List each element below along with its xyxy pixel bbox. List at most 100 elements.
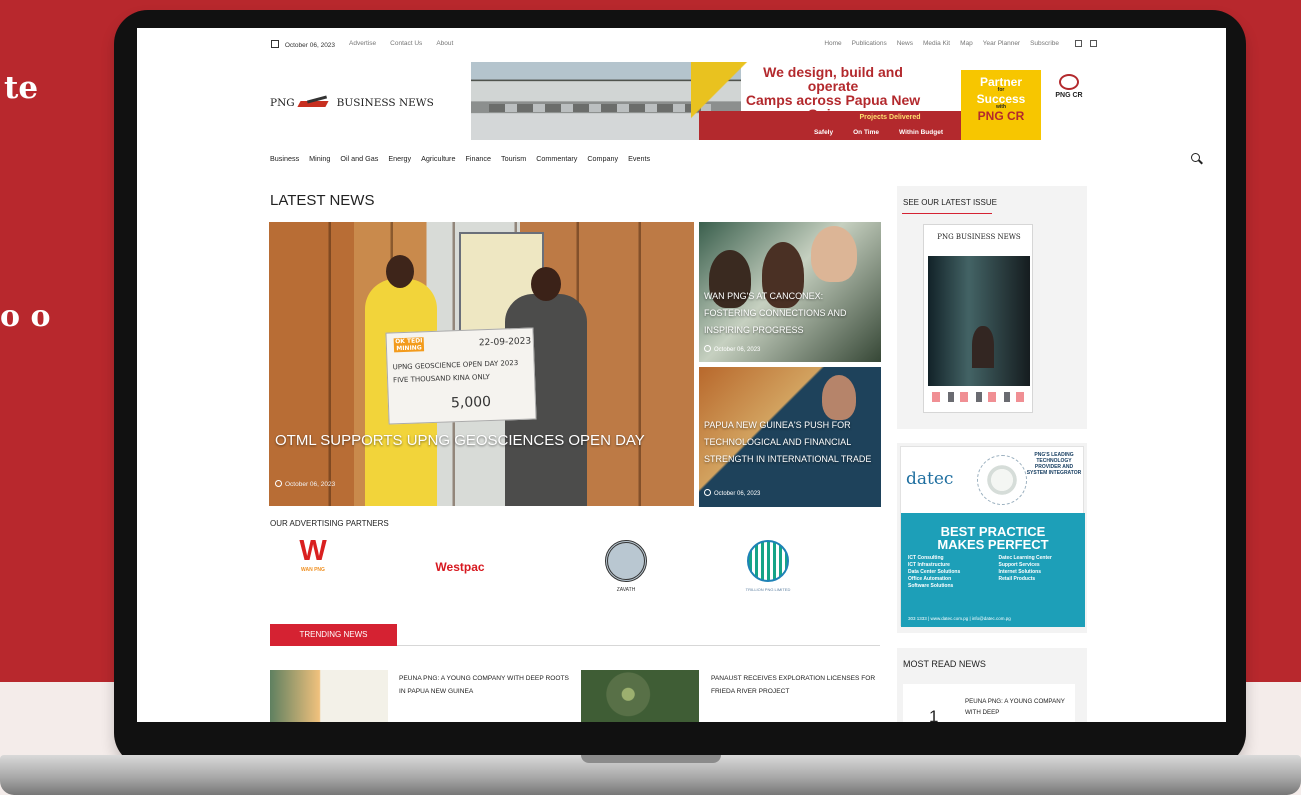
trillion-label: TRILLION PNG LIMITED xyxy=(745,587,791,592)
wan-png-mark: W xyxy=(299,535,327,567)
project-item-safely: Safely xyxy=(813,129,834,136)
main-navigation: Business Mining Oil and Gas Energy Agric… xyxy=(270,153,1200,168)
westpac-partner-logo[interactable]: Westpac xyxy=(422,536,498,598)
side-story-person-4 xyxy=(822,375,856,420)
latest-issue-title: SEE OUR LATEST ISSUE xyxy=(903,198,997,207)
cheque-amount-words: FIVE THOUSAND KINA ONLY xyxy=(392,372,491,385)
most-read-rank-number: 1 xyxy=(929,707,939,722)
cheque-date: 22-09-2023 xyxy=(478,336,532,349)
top-utility-bar: October 06, 2023 Advertise Contact Us Ab… xyxy=(271,40,1101,54)
nav-commentary[interactable]: Commentary xyxy=(536,154,577,168)
magazine-header: PNG BUSINESS NEWS xyxy=(937,233,1021,241)
datec-headline-line-2: MAKES PERFECT xyxy=(937,537,1049,552)
large-cheque: OK TEDI MINING 22-09-2023 UPNG GEOSCIENC… xyxy=(385,327,537,425)
utility-icons xyxy=(1075,40,1097,47)
nav-business[interactable]: Business xyxy=(270,154,299,168)
nav-energy[interactable]: Energy xyxy=(388,154,411,168)
background-text-fragment-middle: o o xyxy=(0,299,51,334)
nav-finance[interactable]: Finance xyxy=(465,154,491,168)
side-story-1-date-text: October 06, 2023 xyxy=(714,347,761,353)
projects-delivered-label: Projects Delivered xyxy=(859,114,921,121)
trending-news-tab[interactable]: TRENDING NEWS xyxy=(270,624,397,646)
trending-story-2-image[interactable] xyxy=(581,670,699,722)
cheque-payee: UPNG GEOSCIENCE OPEN DAY 2023 xyxy=(392,358,519,372)
datec-services-list: ICT Consulting Datec Learning Center ICT… xyxy=(908,555,1083,589)
main-news-story[interactable]: OK TEDI MINING 22-09-2023 UPNG GEOSCIENC… xyxy=(269,222,694,506)
nav-tourism[interactable]: Tourism xyxy=(501,154,526,168)
datec-provider-text: PNG'S LEADING TECHNOLOGY PROVIDER AND SY… xyxy=(1026,452,1082,476)
partner-for-success-box: Partner for Success with PNG CR xyxy=(961,70,1041,140)
side-story-2-title[interactable]: PAPUA NEW GUINEA'S PUSH FOR TECHNOLOGICA… xyxy=(704,417,876,468)
about-link[interactable]: About xyxy=(436,40,453,49)
zavath-label: ZAVATH xyxy=(616,587,636,593)
contact-us-link[interactable]: Contact Us xyxy=(390,40,422,49)
clock-icon xyxy=(704,489,711,496)
projects-delivered-strip: Projects Delivered Safely On Time Within… xyxy=(699,111,961,140)
cheque-amount: 5,000 xyxy=(450,393,492,412)
site-logo[interactable]: PNG BUSINESS NEWS xyxy=(270,93,450,113)
ok-tedi-mining-logo: OK TEDI MINING xyxy=(393,337,425,353)
publications-link[interactable]: Publications xyxy=(852,40,887,47)
side-news-story-2[interactable]: PAPUA NEW GUINEA'S PUSH FOR TECHNOLOGICA… xyxy=(699,367,881,507)
clock-icon xyxy=(275,480,282,487)
trending-news-header: TRENDING NEWS xyxy=(270,624,880,646)
most-read-news-item[interactable]: 1 PEUNA PNG: A YOUNG COMPANY WITH DEEP xyxy=(903,684,1075,722)
service-ict-infrastructure: ICT Infrastructure xyxy=(908,562,950,568)
service-learning-center: Datec Learning Center xyxy=(998,555,1052,561)
side-news-story-1[interactable]: WAN PNG'S AT CANCONEX: FOSTERING CONNECT… xyxy=(699,222,881,362)
top-date: October 06, 2023 xyxy=(271,40,335,49)
map-link[interactable]: Map xyxy=(960,40,973,47)
subscribe-link[interactable]: Subscribe xyxy=(1030,40,1059,47)
nav-company[interactable]: Company xyxy=(587,154,618,168)
zavath-partner-logo[interactable]: ZAVATH xyxy=(588,536,664,598)
media-kit-link[interactable]: Media Kit xyxy=(923,40,950,47)
service-software-solutions: Software Solutions xyxy=(908,583,954,589)
side-story-1-title[interactable]: WAN PNG'S AT CANCONEX: FOSTERING CONNECT… xyxy=(704,288,876,339)
project-item-on-time: On Time xyxy=(853,129,879,136)
datec-contact-footer: 303 1333 | www.datec.com.pg | info@datec… xyxy=(908,616,1011,621)
advertise-link[interactable]: Advertise xyxy=(349,40,376,49)
latest-issue-title-rule xyxy=(902,213,992,214)
nav-oil-and-gas[interactable]: Oil and Gas xyxy=(340,154,378,168)
grid-icon[interactable] xyxy=(1075,40,1082,47)
trending-story-2-title[interactable]: PANAUST RECEIVES EXPLORATION LICENSES FO… xyxy=(711,672,881,698)
top-left-links: October 06, 2023 Advertise Contact Us Ab… xyxy=(271,40,453,49)
datec-logo: datec xyxy=(906,469,954,489)
latest-news-title: LATEST NEWS xyxy=(270,192,375,209)
nav-events[interactable]: Events xyxy=(628,154,650,168)
project-delivery-items: Safely On Time Within Budget xyxy=(699,129,961,136)
menu-icon[interactable] xyxy=(1090,40,1097,47)
nav-agriculture[interactable]: Agriculture xyxy=(421,154,455,168)
nav-mining[interactable]: Mining xyxy=(309,154,330,168)
search-icon[interactable] xyxy=(1191,153,1200,162)
top-date-text: October 06, 2023 xyxy=(284,42,336,49)
news-link[interactable]: News xyxy=(897,40,913,47)
trillion-partner-logo[interactable]: TRILLION PNG LIMITED xyxy=(730,536,806,598)
png-cr-logo: PNG CR xyxy=(1053,74,1085,108)
website-screen: October 06, 2023 Advertise Contact Us Ab… xyxy=(137,28,1226,722)
datec-headline: BEST PRACTICE MAKES PERFECT xyxy=(911,525,1075,551)
service-data-center: Data Center Solutions xyxy=(908,569,961,575)
camp-advertisement-banner[interactable]: We design, build and operate Camps acros… xyxy=(471,62,1089,140)
laptop-notch xyxy=(581,755,721,763)
trending-story-1-image[interactable] xyxy=(270,670,388,722)
main-story-title[interactable]: OTML SUPPORTS UPNG GEOSCIENCES OPEN DAY xyxy=(275,427,694,455)
home-link[interactable]: Home xyxy=(824,40,841,47)
datec-ad-card[interactable]: datec PNG'S LEADING TECHNOLOGY PROVIDER … xyxy=(897,443,1087,633)
service-empty xyxy=(999,583,1084,589)
partner-line-3: PNG CR xyxy=(977,109,1025,123)
most-read-item-title[interactable]: PEUNA PNG: A YOUNG COMPANY WITH DEEP xyxy=(965,696,1077,718)
background-text-fragment-top: te xyxy=(4,70,39,106)
datec-advertisement[interactable]: datec PNG'S LEADING TECHNOLOGY PROVIDER … xyxy=(900,446,1085,627)
wan-png-partner-logo[interactable]: W WAN PNG xyxy=(275,536,351,598)
magazine-sponsor-strip xyxy=(932,392,1026,402)
most-read-news-card: MOST READ NEWS 1 PEUNA PNG: A YOUNG COMP… xyxy=(897,648,1087,722)
trending-story-1-title[interactable]: PEUNA PNG: A YOUNG COMPANY WITH DEEP ROO… xyxy=(399,672,569,698)
service-ict-consulting: ICT Consulting xyxy=(908,555,944,561)
main-story-date-text: October 06, 2023 xyxy=(285,481,336,488)
latest-issue-card: SEE OUR LATEST ISSUE PNG BUSINESS NEWS xyxy=(897,186,1087,429)
year-planner-link[interactable]: Year Planner xyxy=(983,40,1020,47)
project-item-within-budget: Within Budget xyxy=(899,129,943,136)
datec-medallion-icon xyxy=(977,455,1027,505)
latest-issue-magazine-cover[interactable]: PNG BUSINESS NEWS xyxy=(923,224,1033,413)
